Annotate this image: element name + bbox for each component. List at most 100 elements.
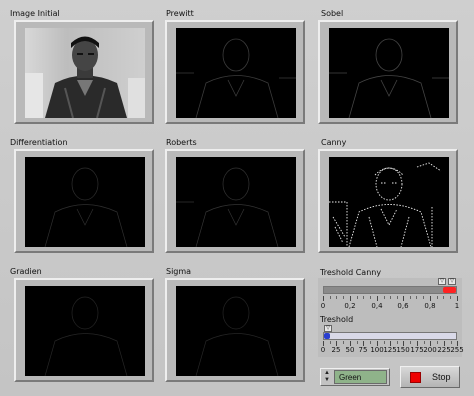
major-tick <box>430 296 431 301</box>
gradien-edge-image <box>44 296 128 376</box>
tick-label: 0,6 <box>397 302 409 310</box>
tick-label: 0,8 <box>424 302 436 310</box>
threshold-slider-tick-labels: 0 25 50 75 100 125 150 175 200 225 255 <box>320 346 464 356</box>
sigma-edge-image <box>195 296 279 376</box>
roberts-display-frame <box>165 149 305 253</box>
panel-label-image-initial: Image Initial <box>10 9 60 18</box>
differentiation-edge-image <box>44 167 128 247</box>
tick-label: 175 <box>410 346 424 354</box>
canny-slider-label: Treshold Canny <box>320 268 382 277</box>
differentiation-display <box>25 157 145 247</box>
minor-tick <box>397 341 398 344</box>
tick-label: 0,2 <box>344 302 356 310</box>
major-tick <box>350 296 351 301</box>
differentiation-display-frame <box>14 149 154 253</box>
minor-tick <box>330 296 331 299</box>
tick-label: 125 <box>383 346 397 354</box>
image-initial-display <box>25 28 145 118</box>
tick-label: 50 <box>345 346 355 354</box>
minor-tick <box>437 341 438 344</box>
image-initial-display-frame <box>14 20 154 124</box>
panel-label-canny: Canny <box>321 138 347 147</box>
panel-label-prewitt: Prewitt <box>166 9 194 18</box>
minor-tick <box>451 341 452 344</box>
minor-tick <box>370 341 371 344</box>
prewitt-edge-image <box>176 38 296 118</box>
color-selector-value: Green <box>339 373 362 382</box>
panel-label-gradien: Gradien <box>10 267 42 276</box>
sigma-display-frame <box>165 278 305 382</box>
color-selector-arrows[interactable]: ▲ ▼ <box>323 370 331 384</box>
tick-label: 0 <box>320 346 326 354</box>
minor-tick <box>357 341 358 344</box>
tick-label: 0,4 <box>371 302 383 310</box>
tick-label: 100 <box>370 346 384 354</box>
tick-label: 150 <box>396 346 410 354</box>
tick-label: 75 <box>358 346 368 354</box>
canny-slider-ticks <box>323 296 458 301</box>
stop-button[interactable]: Stop <box>400 366 460 388</box>
threshold-fill <box>324 333 330 339</box>
stop-square-icon <box>410 372 421 383</box>
panel-label-sobel: Sobel <box>321 9 344 18</box>
canny-high-thumb[interactable]: ▽ <box>448 278 456 285</box>
minor-tick <box>390 296 391 299</box>
sobel-display <box>329 28 449 118</box>
tick-label: 255 <box>450 346 464 354</box>
sobel-edge-image <box>329 38 449 118</box>
prewitt-display-frame <box>165 20 305 124</box>
minor-tick <box>330 341 331 344</box>
threshold-slider[interactable]: ▽ 0 25 50 75 100 125 150 175 200 225 255 <box>318 325 464 357</box>
minor-tick <box>343 296 344 299</box>
stop-button-label: Stop <box>432 372 451 382</box>
major-tick <box>323 296 324 301</box>
canny-range-fill <box>443 287 456 293</box>
tick-label: 25 <box>331 346 341 354</box>
canny-edge-image <box>329 162 442 247</box>
panel-label-roberts: Roberts <box>166 138 197 147</box>
major-tick <box>457 296 458 301</box>
edge-detection-panel: Image Initial Prewitt Sobel Differentiat… <box>0 0 474 396</box>
gradien-display-frame <box>14 278 154 382</box>
minor-tick <box>363 296 364 299</box>
minor-tick <box>450 296 451 299</box>
major-tick <box>377 296 378 301</box>
prewitt-display <box>176 28 296 118</box>
canny-slider-track[interactable] <box>323 286 457 294</box>
tick-label: 1 <box>454 302 460 310</box>
canny-display <box>329 157 449 247</box>
minor-tick <box>336 296 337 299</box>
panel-label-differentiation: Differentiation <box>10 138 68 147</box>
minor-tick <box>410 341 411 344</box>
panel-label-sigma: Sigma <box>166 267 192 276</box>
color-selector[interactable]: ▲ ▼ Green <box>320 368 390 386</box>
minor-tick <box>424 341 425 344</box>
camera-photo <box>25 28 145 118</box>
minor-tick <box>423 296 424 299</box>
sigma-display <box>176 286 296 376</box>
gradien-display <box>25 286 145 376</box>
tick-label: 225 <box>437 346 451 354</box>
major-tick <box>403 296 404 301</box>
minor-tick <box>410 296 411 299</box>
canny-low-thumb[interactable]: ▽ <box>438 278 446 285</box>
minor-tick <box>384 341 385 344</box>
threshold-slider-track[interactable] <box>323 332 457 340</box>
minor-tick <box>343 341 344 344</box>
minor-tick <box>384 296 385 299</box>
minor-tick <box>370 296 371 299</box>
roberts-display <box>176 157 296 247</box>
canny-slider-tick-labels: 0 0,2 0,4 0,6 0,8 1 <box>320 302 460 312</box>
threshold-thumb[interactable]: ▽ <box>324 325 332 332</box>
canny-display-frame <box>318 149 458 253</box>
minor-tick <box>416 296 417 299</box>
minor-tick <box>443 296 444 299</box>
color-selector-value-box[interactable]: Green <box>334 370 387 384</box>
tick-label: 200 <box>423 346 437 354</box>
tick-label: 0 <box>320 302 326 310</box>
roberts-edge-image <box>176 167 279 247</box>
minor-tick <box>357 296 358 299</box>
threshold-slider-label: Treshold <box>320 315 354 324</box>
minor-tick <box>397 296 398 299</box>
sobel-display-frame <box>318 20 458 124</box>
